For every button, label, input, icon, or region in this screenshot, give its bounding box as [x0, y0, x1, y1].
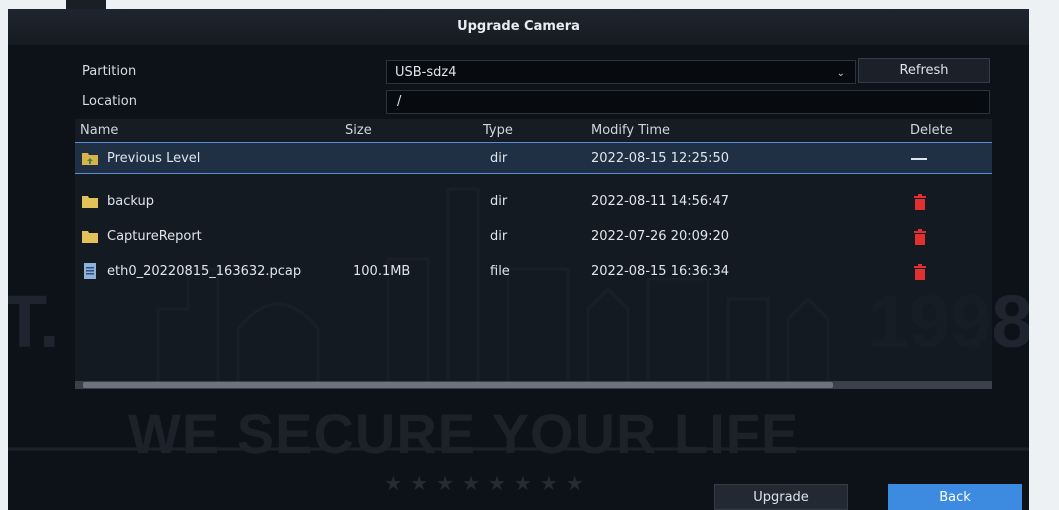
upgrade-camera-dialog: 1998 T. WE SECURE YOUR LIFE ★★★★★★★★ Upg… [8, 9, 1029, 510]
upgrade-button[interactable]: Upgrade [714, 484, 848, 510]
folder-icon [82, 196, 98, 208]
horizontal-scrollbar[interactable] [75, 381, 992, 389]
file-modify-time: 2022-08-15 16:36:34 [591, 264, 730, 279]
file-type: file [490, 264, 510, 279]
file-name: Previous Level [107, 151, 201, 166]
delete-icon[interactable] [913, 229, 927, 245]
header-type: Type [483, 123, 513, 138]
top-corner-block [66, 0, 106, 9]
file-name: backup [107, 194, 154, 209]
file-modify-time: 2022-08-11 14:56:47 [591, 194, 730, 209]
no-delete-icon [911, 158, 927, 160]
scrollbar-thumb[interactable] [83, 382, 833, 388]
watermark-left: T. [8, 280, 60, 363]
partition-label: Partition [82, 64, 137, 79]
location-value: / [397, 94, 402, 109]
file-icon [84, 263, 96, 279]
header-delete: Delete [910, 123, 953, 138]
table-header [75, 119, 992, 141]
watermark-stars: ★★★★★★★★ [384, 471, 592, 495]
table-row[interactable]: backup dir 2022-08-11 14:56:47 [75, 186, 992, 218]
refresh-button[interactable]: Refresh [858, 58, 990, 83]
header-name: Name [80, 123, 119, 138]
partition-value: USB-sdz4 [395, 65, 457, 80]
table-row[interactable]: eth0_20220815_163632.pcap 100.1MB file 2… [75, 256, 992, 288]
file-type: dir [490, 194, 508, 209]
file-type: dir [490, 229, 508, 244]
file-name: eth0_20220815_163632.pcap [107, 264, 302, 279]
file-size: 100.1MB [353, 264, 411, 279]
file-type: dir [490, 151, 508, 166]
location-label: Location [82, 94, 137, 109]
table-row[interactable]: Previous Level dir 2022-08-15 12:25:50 [75, 142, 992, 174]
chevron-down-icon: ⌄ [836, 68, 845, 79]
file-table: Name Size Type Modify Time Delete Previo… [75, 119, 992, 389]
table-row[interactable]: CaptureReport dir 2022-07-26 20:09:20 [75, 221, 992, 253]
folder-up-icon [82, 153, 98, 165]
header-modify-time: Modify Time [591, 123, 671, 138]
file-modify-time: 2022-07-26 20:09:20 [591, 229, 730, 244]
file-modify-time: 2022-08-15 12:25:50 [591, 151, 730, 166]
delete-icon[interactable] [913, 194, 927, 210]
header-size: Size [345, 123, 372, 138]
partition-select[interactable]: USB-sdz4 ⌄ [386, 60, 856, 84]
delete-icon[interactable] [913, 264, 927, 280]
dialog-title: Upgrade Camera [8, 9, 1029, 45]
location-field[interactable]: / [386, 90, 990, 114]
folder-icon [82, 231, 98, 243]
file-name: CaptureReport [107, 229, 202, 244]
back-button[interactable]: Back [888, 484, 1022, 510]
watermark-slogan: WE SECURE YOUR LIFE [128, 402, 800, 465]
